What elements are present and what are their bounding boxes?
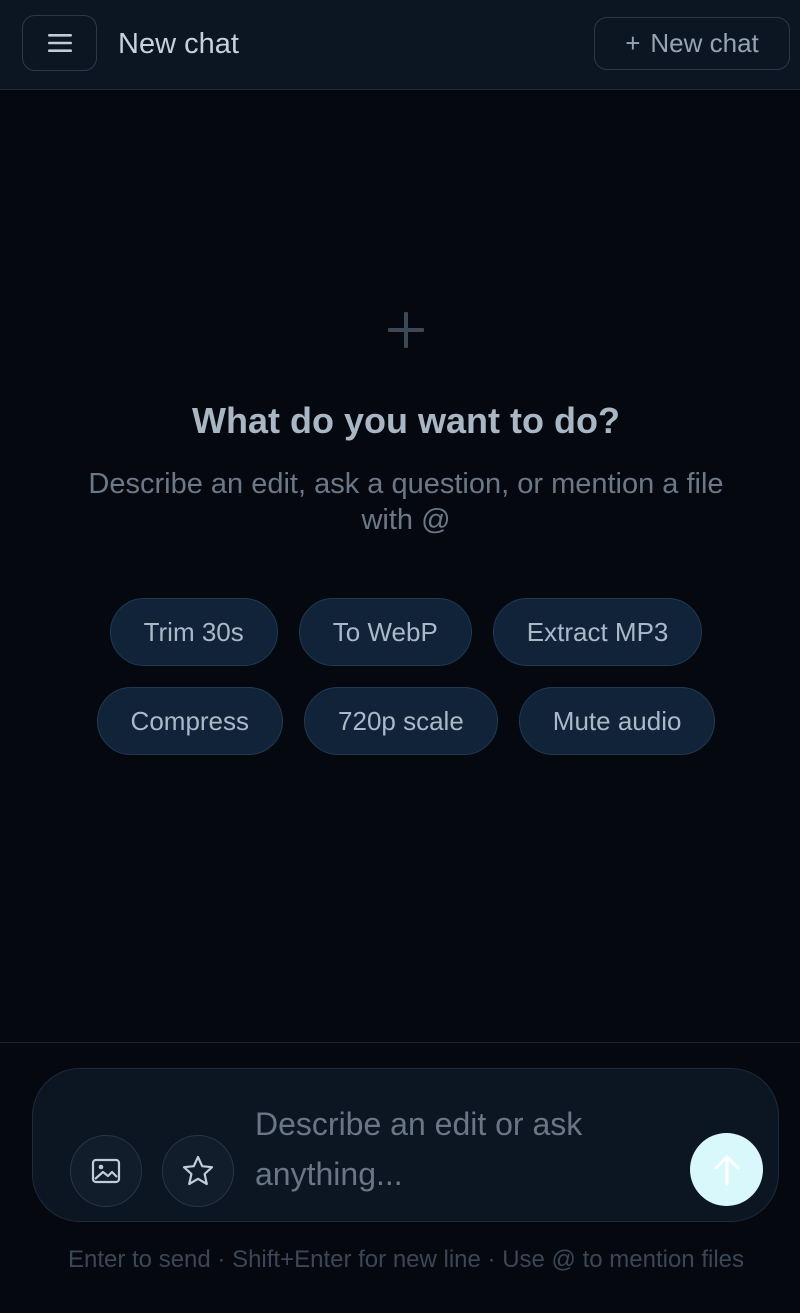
new-chat-button[interactable]: + New chat [594, 17, 790, 70]
composer: Describe an edit or ask anything... [32, 1068, 779, 1222]
composer-divider [0, 1042, 800, 1043]
plus-icon: + [625, 28, 641, 58]
arrow-up-icon [714, 1155, 739, 1185]
star-icon [182, 1155, 214, 1186]
suggestion-chip-mp3[interactable]: Extract MP3 [492, 598, 703, 666]
hero-title: What do you want to do? [192, 400, 620, 441]
suggestion-chip-trim[interactable]: Trim 30s [109, 598, 278, 666]
suggestion-chip-720p[interactable]: 720p scale [304, 687, 498, 755]
image-icon [91, 1158, 121, 1184]
suggestion-chip-compress[interactable]: Compress [96, 687, 284, 755]
favorites-button[interactable] [162, 1135, 234, 1207]
header-bar: New chat + New chat [0, 0, 800, 90]
suggestion-chips: Trim 30s To WebP Extract MP3 Compress 72… [0, 598, 800, 755]
message-input[interactable]: Describe an edit or ask anything... [255, 1099, 675, 1199]
new-chat-label: New chat [650, 28, 759, 58]
hero-subtitle: Describe an edit, ask a question, or men… [88, 468, 724, 536]
attach-image-button[interactable] [70, 1135, 142, 1207]
page-title: New chat [118, 28, 239, 60]
plus-icon [386, 308, 426, 352]
hamburger-icon [47, 34, 72, 52]
suggestion-chip-mute[interactable]: Mute audio [518, 687, 716, 755]
suggestion-chip-webp[interactable]: To WebP [298, 598, 472, 666]
send-button[interactable] [690, 1133, 763, 1206]
composer-hint: Enter to send · Shift+Enter for new line… [67, 1246, 744, 1273]
menu-button[interactable] [22, 15, 97, 71]
